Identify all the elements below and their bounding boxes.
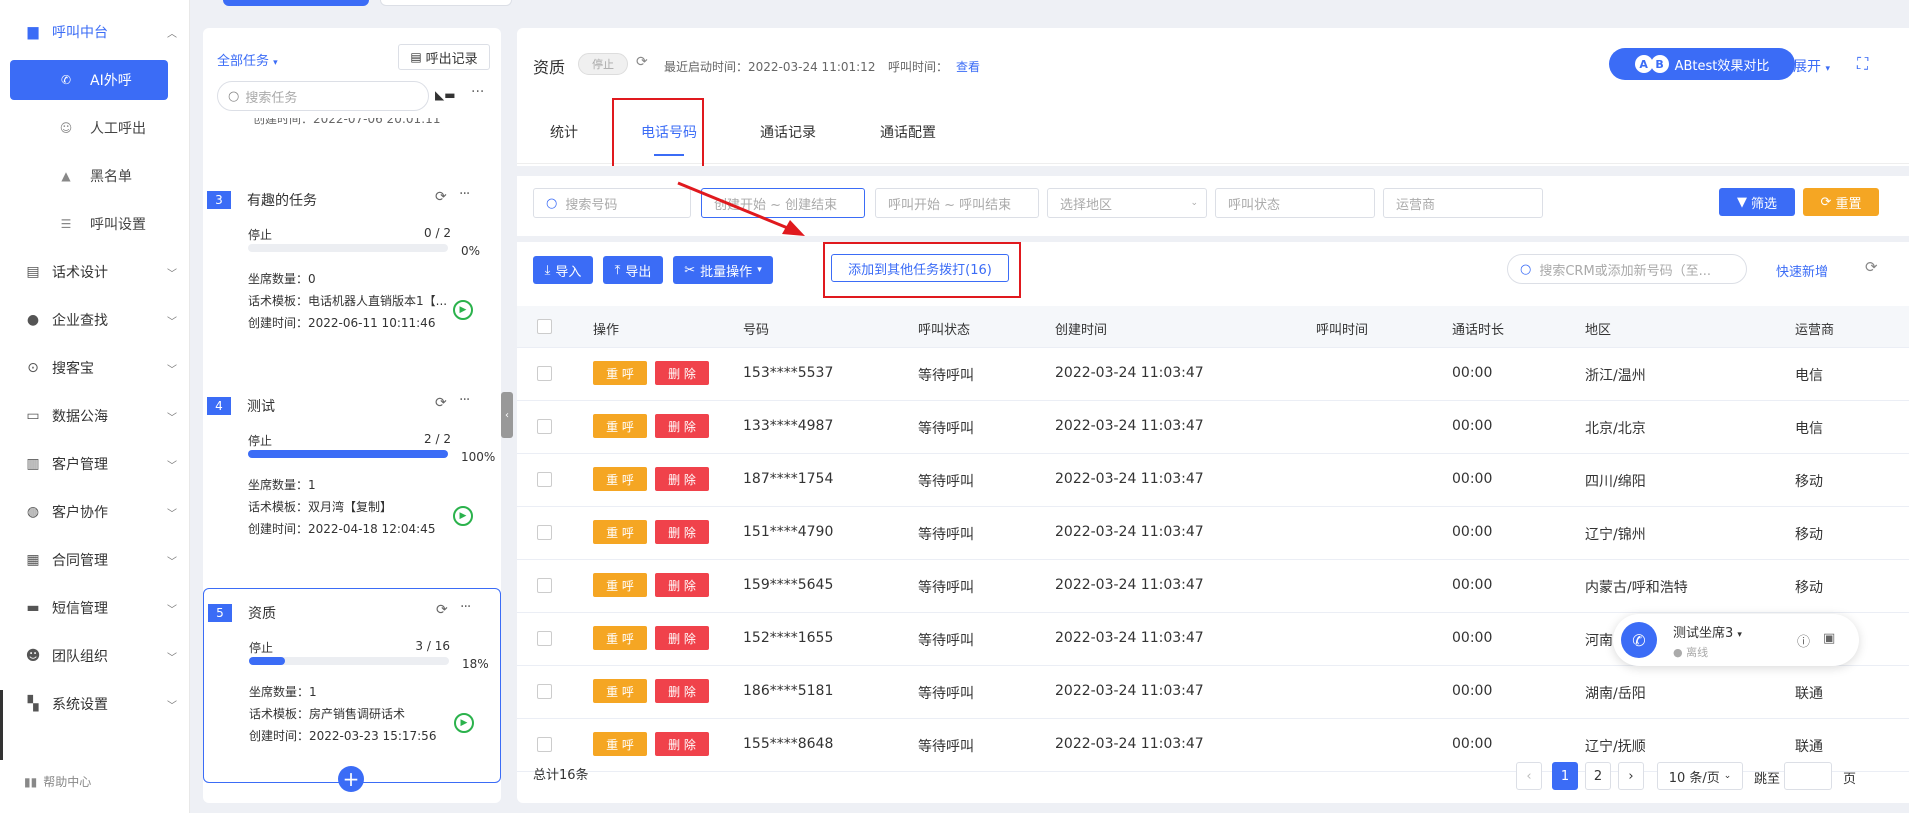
- annotation-arrow: [677, 181, 805, 236]
